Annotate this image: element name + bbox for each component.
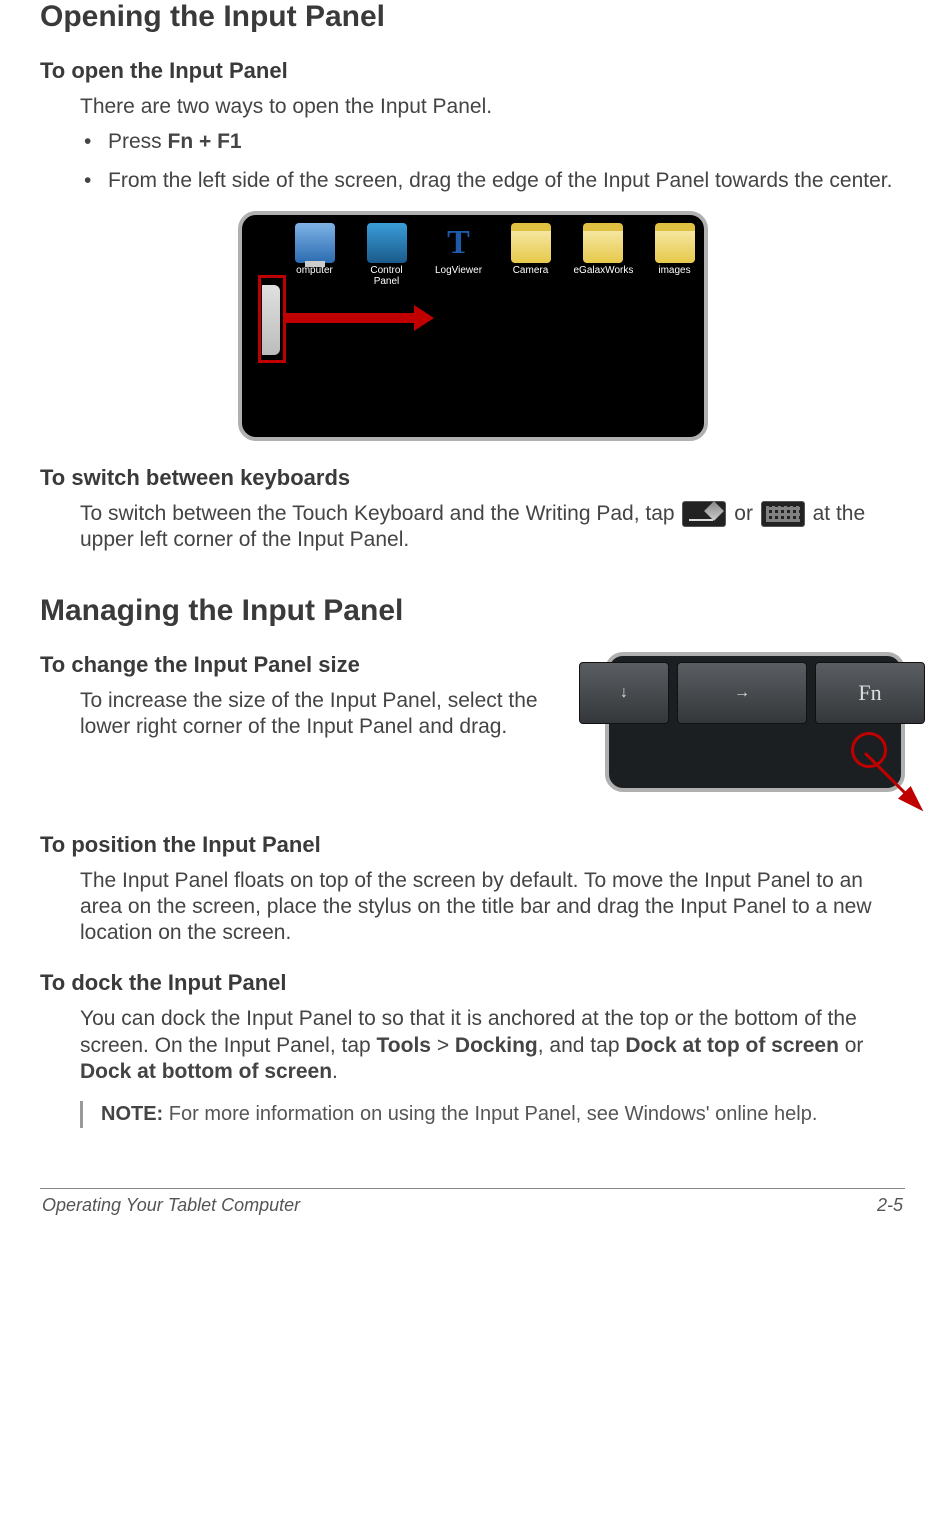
desktop-icon-egalaxworks: eGalaxWorks (574, 223, 632, 287)
subheading-position: To position the Input Panel (40, 832, 905, 858)
subheading-open: To open the Input Panel (40, 58, 905, 84)
open-bullet-2-text: From the left side of the screen, drag t… (108, 169, 892, 192)
key-right: → (677, 662, 807, 724)
keyboard-icon (761, 501, 805, 527)
dock-b4: Dock at bottom of screen (80, 1060, 332, 1083)
footer-rule (40, 1188, 905, 1189)
figure-resize-corner: ↓ → Fn (605, 652, 905, 792)
section-heading-opening: Opening the Input Panel (40, 0, 905, 34)
note-label: NOTE: (101, 1103, 163, 1125)
dock-b1: Tools (377, 1034, 431, 1057)
open-bullet-1-bold: Fn + F1 (168, 130, 242, 153)
open-bullet-2: From the left side of the screen, drag t… (80, 167, 905, 195)
open-intro: There are two ways to open the Input Pan… (80, 94, 905, 120)
footer-right: 2-5 (877, 1195, 903, 1216)
dock-b2: Docking (455, 1034, 538, 1057)
switch-line-a: To switch between the Touch Keyboard and… (80, 502, 680, 525)
dock-b3: Dock at top of screen (625, 1034, 839, 1057)
dock-seg5: . (332, 1060, 338, 1083)
desktop-icon-images: images (646, 223, 704, 287)
desktop-icon-control-panel: Control Panel (358, 223, 416, 287)
highlight-box-icon (258, 275, 286, 363)
key-down: ↓ (579, 662, 669, 724)
footer-left: Operating Your Tablet Computer (42, 1195, 300, 1216)
dock-seg3: , and tap (538, 1034, 626, 1057)
desktop-icon-logviewer: TLogViewer (430, 223, 488, 287)
subheading-dock: To dock the Input Panel (40, 970, 905, 996)
switch-text: To switch between the Touch Keyboard and… (80, 501, 905, 554)
subheading-switch: To switch between keyboards (40, 465, 905, 491)
desktop-icon-computer: omputer (286, 223, 344, 287)
dock-text: You can dock the Input Panel to so that … (80, 1006, 905, 1085)
switch-or: or (728, 502, 758, 525)
position-text: The Input Panel floats on top of the scr… (80, 868, 905, 947)
arrow-diagonal-icon (861, 749, 931, 824)
note-block: NOTE: For more information on using the … (80, 1101, 905, 1128)
key-fn: Fn (815, 662, 925, 724)
dock-seg2: > (431, 1034, 455, 1057)
writing-pad-icon (682, 501, 726, 527)
open-bullet-list: Press Fn + F1 From the left side of the … (80, 128, 905, 195)
desktop-icon-camera: Camera (502, 223, 560, 287)
figure-drag-edge: omputer Control Panel TLogViewer Camera … (238, 211, 708, 441)
note-text: For more information on using the Input … (163, 1103, 817, 1125)
arrow-right-icon (286, 313, 416, 323)
open-bullet-1-prefix: Press (108, 130, 168, 153)
size-text: To increase the size of the Input Panel,… (80, 688, 600, 741)
section-heading-managing: Managing the Input Panel (40, 594, 905, 628)
dock-seg4: or (839, 1034, 864, 1057)
open-bullet-1: Press Fn + F1 (80, 128, 905, 156)
